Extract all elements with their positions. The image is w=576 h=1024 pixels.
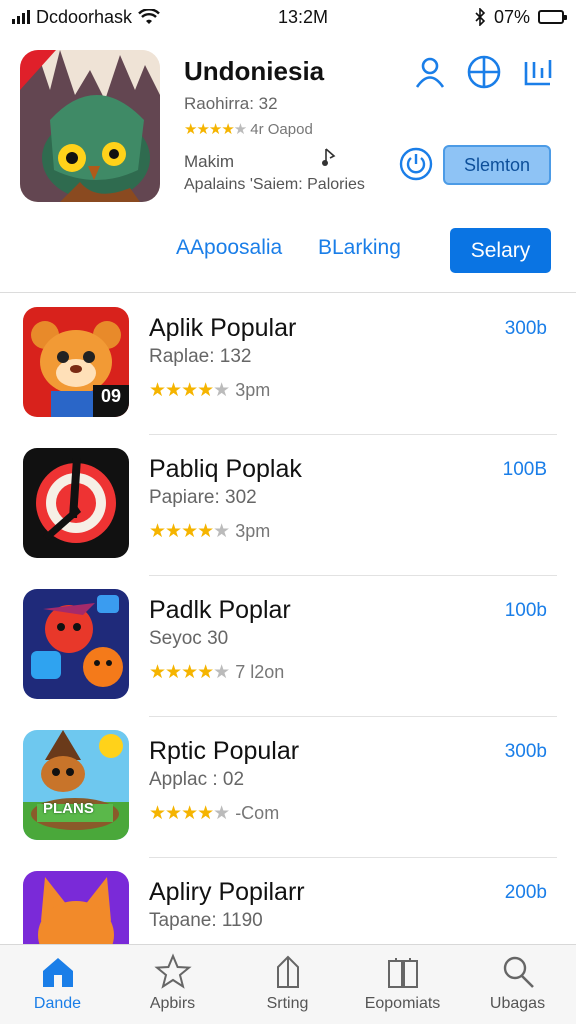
- app-price-button[interactable]: 200b: [505, 882, 547, 904]
- list-item[interactable]: Pabliq Poplak Papiare: 302 ★★★★★ 3pm 100…: [0, 435, 576, 576]
- featured-app-header: Undoniesia Raohirra: 32 ★★★★★ 4r Oapod M…: [0, 34, 576, 292]
- creatures-artwork: [23, 589, 129, 699]
- featured-app-rating: ★★★★★ 4r Oapod: [184, 120, 313, 139]
- tab-b[interactable]: BLarking: [318, 236, 401, 260]
- rating-text: 3pm: [235, 521, 271, 541]
- tabbar-label: Dande: [33, 995, 82, 1012]
- featured-meta-desc: Apalains 'Saiem: Palories: [184, 176, 365, 193]
- tab-a[interactable]: AApoosalia: [176, 236, 282, 260]
- list-item[interactable]: PLANS Rptic Popular Applac : 02 ★★★★★ -C…: [0, 717, 576, 858]
- app-name: Apliry Popilarr: [149, 878, 305, 906]
- status-left: Dcdoorhask: [12, 7, 242, 28]
- app-price-button[interactable]: 100b: [505, 600, 547, 622]
- tabbar-label: Eopomiats: [364, 995, 441, 1012]
- app-icon-creatures[interactable]: [23, 589, 129, 699]
- featured-meta-label: Makim: [184, 152, 235, 171]
- app-subtitle: Tapane: 1190: [149, 910, 263, 931]
- header-actions: [412, 54, 556, 90]
- rating-text: 4r Oapod: [250, 120, 313, 138]
- header-divider: [0, 292, 576, 293]
- featured-app-subtitle: Raohirra: 32: [184, 94, 278, 113]
- tabbar-item-home[interactable]: Dande: [0, 945, 115, 1024]
- battery-icon: [538, 10, 567, 24]
- app-rating: ★★★★★ 3pm: [149, 520, 270, 543]
- record-artwork: [23, 448, 129, 558]
- app-subtitle: Applac : 02: [149, 769, 245, 790]
- rating-stars: ★★★★★: [149, 662, 230, 683]
- upload-icon: [276, 955, 299, 988]
- app-name: Padlk Poplar: [149, 596, 291, 624]
- wifi-icon: [138, 9, 160, 24]
- star-icon: [153, 953, 192, 989]
- featured-app-title: Undoniesia: [184, 56, 325, 86]
- app-icon-record[interactable]: [23, 448, 129, 558]
- book-icon: [387, 958, 418, 988]
- app-badge: PLANS: [43, 800, 94, 817]
- home-icon: [42, 958, 73, 987]
- stats-icon[interactable]: [520, 54, 556, 90]
- app-badge: 09: [100, 386, 121, 406]
- person-icon[interactable]: [412, 54, 448, 90]
- music-note-icon: [322, 148, 336, 166]
- app-icon-farmer[interactable]: PLANS: [23, 730, 129, 840]
- rating-text: 7 l2on: [235, 662, 285, 682]
- app-rating: ★★★★★ -Com: [149, 802, 279, 825]
- rating-text: 3pm: [235, 380, 271, 400]
- tabbar-label: Ubagas: [489, 995, 546, 1012]
- rating-stars: ★★★★★: [149, 380, 230, 401]
- owl-artwork: [20, 50, 160, 202]
- app-icon-bear[interactable]: 09: [23, 307, 129, 417]
- rating-stars: ★★★★★: [149, 521, 230, 542]
- signal-icon: [12, 10, 30, 24]
- farmer-artwork: [23, 730, 129, 840]
- tabbar-item-library[interactable]: Eopomiats: [345, 945, 460, 1024]
- app-name: Pabliq Poplak: [149, 455, 302, 483]
- app-name: Rptic Popular: [149, 737, 300, 765]
- status-time: 13:2M: [278, 6, 329, 27]
- carrier-name: Dcdoorhask: [36, 6, 133, 27]
- list-item[interactable]: Padlk Poplar Seyoc 30 ★★★★★ 7 l2on 100b: [0, 576, 576, 717]
- app-rating: ★★★★★ 7 l2on: [149, 661, 284, 684]
- app-price-button[interactable]: 300b: [505, 318, 547, 340]
- tabbar-label: Srting: [266, 995, 309, 1012]
- bottom-tab-bar: Dande Apbirs Srting Eopomiats Ubagas: [0, 944, 576, 1024]
- status-right: 07%: [474, 6, 567, 28]
- compass-icon[interactable]: [466, 54, 502, 90]
- power-icon[interactable]: [398, 146, 434, 182]
- app-price-button[interactable]: 300b: [505, 741, 547, 763]
- search-icon: [503, 956, 534, 988]
- header-tabs: AApoosalia BLarking Selary: [0, 228, 576, 274]
- app-subtitle: Papiare: 302: [149, 487, 257, 508]
- featured-app-icon[interactable]: [20, 50, 160, 202]
- tabbar-item-settings[interactable]: Srting: [230, 945, 345, 1024]
- app-subtitle: Raplae: 132: [149, 346, 252, 367]
- rating-stars: ★★★★★: [184, 121, 247, 138]
- rating-text: -Com: [235, 803, 280, 823]
- app-price-button[interactable]: 100B: [503, 459, 547, 481]
- app-subtitle: Seyoc 30: [149, 628, 229, 649]
- battery-percent: 07%: [493, 6, 530, 27]
- list-item[interactable]: 09 Aplik Popular Raplae: 132 ★★★★★ 3pm 3…: [0, 294, 576, 435]
- tab-primary-button[interactable]: Selary: [450, 228, 551, 273]
- bluetooth-icon: [475, 8, 486, 26]
- featured-action-button[interactable]: Slemton: [443, 145, 551, 185]
- tabbar-label: Apbirs: [149, 995, 196, 1012]
- app-name: Aplik Popular: [149, 314, 297, 342]
- rating-stars: ★★★★★: [149, 803, 230, 824]
- app-rating: ★★★★★ 3pm: [149, 379, 270, 402]
- tabbar-item-apps[interactable]: Apbirs: [115, 945, 230, 1024]
- tabbar-item-search[interactable]: Ubagas: [460, 945, 575, 1024]
- status-bar: Dcdoorhask 13:2M 07%: [0, 0, 576, 34]
